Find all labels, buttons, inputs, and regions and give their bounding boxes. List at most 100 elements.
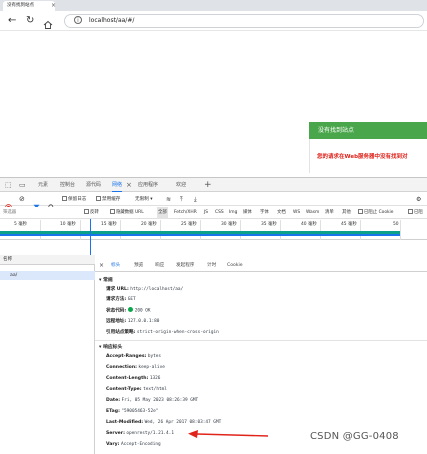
timeline-gridline xyxy=(320,220,321,240)
disable-cache-label: 禁用缓存 xyxy=(102,197,121,202)
watermark: CSDN @GG-0408 xyxy=(310,431,399,442)
disable-cache-checkbox[interactable]: 禁用缓存 xyxy=(96,193,120,206)
clear-icon[interactable]: ⊘ xyxy=(19,193,25,206)
section-divider xyxy=(95,340,427,341)
close-icon[interactable]: × xyxy=(126,178,132,192)
filter-type-img[interactable]: Img xyxy=(229,207,237,219)
details-tab-headers[interactable]: 标头 xyxy=(111,260,120,272)
general-section-header[interactable]: ▾ 常规 xyxy=(99,276,113,285)
timeline-gridline xyxy=(360,220,361,240)
download-icon[interactable]: ⤓ xyxy=(194,193,197,206)
filter-type-all[interactable]: 全部 xyxy=(157,207,168,219)
upload-icon[interactable]: ⤒ xyxy=(180,193,183,206)
general-row: 请求方法: GET xyxy=(106,297,136,302)
filter-input[interactable]: 筛选器 xyxy=(3,207,16,219)
blocked-requests-label: 已阻 xyxy=(414,210,423,215)
timeline-gridline xyxy=(280,220,281,240)
blocked-requests-checkbox[interactable]: 已阻 xyxy=(408,207,423,219)
devtools-tab-application[interactable]: 应用程序 xyxy=(138,178,158,192)
devtools-tab-elements[interactable]: 元素 xyxy=(38,178,48,192)
filter-type-manifest[interactable]: 清单 xyxy=(325,207,334,219)
tab-strip xyxy=(0,0,427,11)
blocked-cookies-label: 已阻止 Cookie xyxy=(364,210,394,215)
response-header-row: ETag: "59005463-52e" xyxy=(106,409,159,414)
annotation-arrow-icon xyxy=(185,426,270,445)
timeline-tick: 5 毫秒 xyxy=(14,222,27,227)
general-row: 状态代码: 200 OK xyxy=(106,307,151,314)
timeline-gridline xyxy=(400,220,401,240)
site-info-icon[interactable]: i xyxy=(74,16,82,24)
response-header-row: Server: openresty/1.21.4.1 xyxy=(106,431,174,436)
throttle-select[interactable]: 无限制 ▾ xyxy=(135,193,153,206)
timeline-tick: 20 毫秒 xyxy=(141,222,157,227)
filter-type-wasm[interactable]: Wasm xyxy=(306,207,319,219)
filter-type-ws[interactable]: WS xyxy=(293,207,300,219)
request-list-title: 名称 xyxy=(3,257,13,262)
url-text[interactable]: localhost/aa/#/ xyxy=(89,14,134,28)
response-header-row: Connection: keep-alive xyxy=(106,365,165,370)
tab-close-icon[interactable]: × xyxy=(51,1,56,11)
not-found-header: 没有找到站点 xyxy=(309,122,427,139)
general-section-title: 常规 xyxy=(103,278,113,283)
timeline-marker[interactable] xyxy=(90,219,92,255)
not-found-message: 您的请求在Web服务器中没有找到对 xyxy=(317,154,408,160)
devtools-tab-network[interactable]: 网络 xyxy=(112,178,123,192)
details-tab-bar xyxy=(95,260,427,272)
timeline-gridline xyxy=(200,220,201,240)
general-row: 引用站点策略: strict-origin-when-cross-origin xyxy=(106,330,219,335)
details-tab-cookie[interactable]: Cookie xyxy=(227,260,243,272)
response-headers-section-header[interactable]: ▾ 响应标头 xyxy=(99,343,122,352)
response-header-row: Content-Type: text/html xyxy=(106,387,167,392)
response-headers-title: 响应标头 xyxy=(103,345,123,350)
details-tab-initiator[interactable]: 发起程序 xyxy=(176,260,194,272)
preserve-log-checkbox[interactable]: 保留日志 xyxy=(62,193,86,206)
filter-type-doc[interactable]: 文档 xyxy=(277,207,286,219)
timeline-gridline xyxy=(40,220,41,240)
filter-type-js[interactable]: JS xyxy=(204,207,208,219)
response-header-row: Date: Fri, 05 May 2023 08:26:39 GMT xyxy=(106,398,199,403)
filter-type-font[interactable]: 字体 xyxy=(260,207,269,219)
filter-type-media[interactable]: 媒体 xyxy=(243,207,252,219)
add-tab-icon[interactable]: + xyxy=(204,178,212,192)
general-row: 远程地址: 127.0.0.1:80 xyxy=(106,319,160,324)
devtools-tab-sources[interactable]: 源代码 xyxy=(86,178,101,192)
devtools-tab-console[interactable]: 控制台 xyxy=(60,178,75,192)
request-list-header xyxy=(0,255,95,265)
request-list xyxy=(0,255,95,454)
throttle-value: 无限制 xyxy=(135,197,149,202)
details-tab-timing[interactable]: 计时 xyxy=(207,260,216,272)
preserve-log-label: 保留日志 xyxy=(68,197,87,202)
details-tab-response[interactable]: 响应 xyxy=(155,260,164,272)
timeline-gridline xyxy=(160,220,161,240)
invert-checkbox[interactable]: 反转 xyxy=(84,207,99,219)
online-icon[interactable]: ≋ xyxy=(166,193,171,206)
timeline-tick: 50 xyxy=(393,222,399,227)
hide-data-urls-checkbox[interactable]: 隐藏数据 URL xyxy=(110,207,144,219)
filter-type-fetch-xhr[interactable]: Fetch/XHR xyxy=(174,207,197,219)
status-success-icon xyxy=(127,307,133,312)
timeline-gridline xyxy=(120,220,121,240)
general-row: 请求 URL: http://localhost/aa/ xyxy=(106,287,184,292)
timeline-tick: 15 毫秒 xyxy=(101,222,117,227)
response-header-row: Vary: Accept-Encoding xyxy=(106,442,161,447)
back-icon[interactable]: ← xyxy=(8,11,16,31)
browser-tab[interactable]: 没有找到站点 xyxy=(3,1,55,11)
browser-tab-title: 没有找到站点 xyxy=(7,3,34,8)
gear-icon[interactable]: ⚙ xyxy=(416,193,421,206)
filter-type-other[interactable]: 其他 xyxy=(342,207,351,219)
device-toolbar-icon[interactable]: ▭ xyxy=(19,178,26,192)
invert-label: 反转 xyxy=(90,210,99,215)
inspect-icon[interactable]: ⬚ xyxy=(5,178,12,192)
timeline-tick: 10 毫秒 xyxy=(60,222,76,227)
reload-icon[interactable]: ↻ xyxy=(26,11,34,31)
blocked-cookies-checkbox[interactable]: 已阻止 Cookie xyxy=(358,207,393,219)
timeline-gridline xyxy=(240,220,241,240)
timeline-tick: 25 毫秒 xyxy=(181,222,197,227)
response-header-row: Accept-Ranges: bytes xyxy=(106,354,162,359)
timeline-tick: 40 毫秒 xyxy=(301,222,317,227)
devtools-tab-welcome[interactable]: 欢迎 xyxy=(176,178,186,192)
details-tab-preview[interactable]: 预览 xyxy=(134,260,143,272)
filter-type-css[interactable]: CSS xyxy=(215,207,224,219)
close-details-icon[interactable]: × xyxy=(99,260,104,272)
timeline-tick: 30 毫秒 xyxy=(221,222,237,227)
